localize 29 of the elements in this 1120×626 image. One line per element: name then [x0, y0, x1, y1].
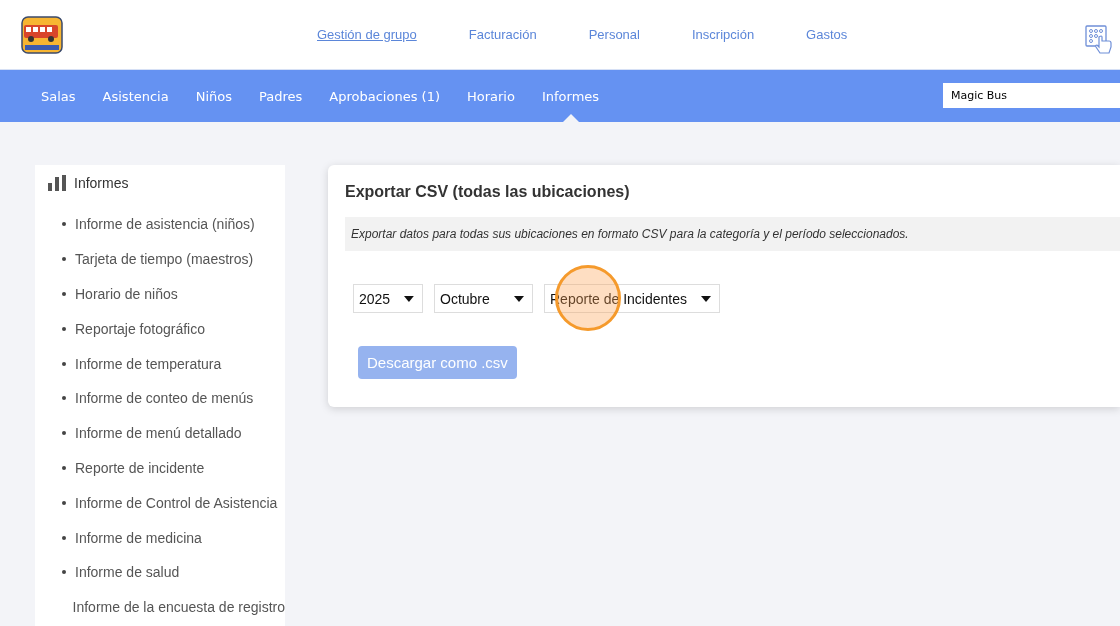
report-link[interactable]: Informe de la encuesta de registro — [72, 599, 285, 616]
report-link[interactable]: Informe de menú detallado — [75, 425, 242, 442]
keypad-touch-icon[interactable] — [1085, 24, 1113, 55]
report-link[interactable]: Tarjeta de tiempo (maestros) — [75, 251, 254, 268]
bus-logo[interactable] — [21, 15, 63, 54]
card-title: Exportar CSV (todas las ubicaciones) — [345, 183, 631, 201]
top-nav-link[interactable]: Facturación — [468, 27, 537, 42]
report-link[interactable]: Informe de salud — [75, 564, 180, 581]
report-link[interactable]: Informe de asistencia (niños) — [75, 216, 255, 233]
report-link[interactable]: Informe de Control de Asistencia — [75, 494, 278, 511]
caret-icon — [701, 295, 711, 302]
location-field[interactable]: Magic Bus — [943, 82, 1120, 108]
dropdown-select[interactable]: Octubre — [434, 284, 533, 313]
report-link[interactable]: Informe de temperatura — [75, 355, 222, 372]
caret-icon — [514, 295, 524, 302]
top-nav-link[interactable]: Gastos — [806, 27, 848, 42]
sidebar-title: Informes — [74, 175, 129, 191]
report-link[interactable]: Reportaje fotográfico — [75, 320, 205, 337]
caret-icon — [404, 295, 414, 302]
report-link[interactable]: Informe de conteo de menús — [75, 390, 254, 407]
report-link[interactable]: Informe de medicina — [75, 529, 202, 546]
top-nav-link[interactable]: Inscripción — [691, 27, 755, 42]
top-nav-link[interactable]: Personal — [588, 27, 640, 42]
description-text: Exportar datos para todas sus ubicaciones en formato CSV para la categoría y el período seleccionados. — [345, 217, 1120, 251]
dropdown-select[interactable]: 2025 — [353, 284, 423, 313]
report-link[interactable]: Reporte de incidente — [75, 459, 205, 476]
report-link[interactable]: Horario de niños — [75, 286, 178, 302]
bar-chart-icon — [48, 175, 66, 191]
top-nav-link[interactable]: Gestión de grupo — [317, 27, 417, 42]
